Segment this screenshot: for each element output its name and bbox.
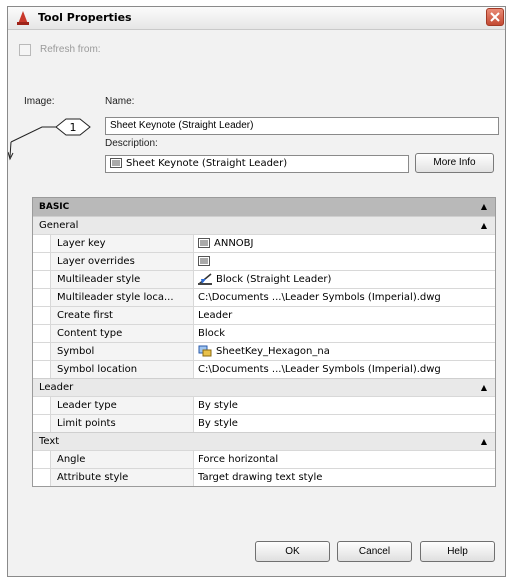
property-row[interactable]: Symbol location C:\Documents ...\Leader … bbox=[33, 360, 495, 378]
more-info-button[interactable]: More Info bbox=[415, 153, 494, 173]
description-label: Description: bbox=[105, 138, 158, 149]
leader-preview-image: 1 bbox=[8, 118, 91, 161]
collapse-icon[interactable]: ▲ bbox=[481, 433, 487, 450]
title-bar[interactable]: Tool Properties bbox=[8, 7, 505, 30]
property-row[interactable]: Attribute style Target drawing text styl… bbox=[33, 468, 495, 486]
property-name: Create first bbox=[50, 307, 194, 324]
properties-grid: BASIC ▲ General ▲ Layer key ANNOBJ Layer… bbox=[32, 197, 496, 487]
preview-number: 1 bbox=[70, 121, 77, 134]
property-row[interactable]: Layer overrides bbox=[33, 252, 495, 270]
property-value[interactable]: ANNOBJ bbox=[194, 235, 495, 252]
property-value[interactable] bbox=[194, 253, 495, 270]
name-label: Name: bbox=[105, 96, 135, 107]
property-row[interactable]: Layer key ANNOBJ bbox=[33, 234, 495, 252]
property-value[interactable]: C:\Documents ...\Leader Symbols (Imperia… bbox=[194, 361, 495, 378]
property-value[interactable]: Block bbox=[194, 325, 495, 342]
section-label: General bbox=[39, 220, 79, 231]
property-value-text: ANNOBJ bbox=[214, 238, 254, 249]
section-label: Text bbox=[39, 436, 60, 447]
property-name: Limit points bbox=[50, 415, 194, 432]
property-value[interactable]: Block (Straight Leader) bbox=[194, 271, 495, 288]
property-name: Layer key bbox=[50, 235, 194, 252]
property-row[interactable]: Symbol SheetKey_Hexagon_na bbox=[33, 342, 495, 360]
property-name: Symbol location bbox=[50, 361, 194, 378]
property-name: Multileader style bbox=[50, 271, 194, 288]
category-label: BASIC bbox=[39, 202, 70, 212]
property-value[interactable]: By style bbox=[194, 415, 495, 432]
help-button[interactable]: Help bbox=[420, 541, 495, 562]
collapse-icon[interactable]: ▲ bbox=[481, 217, 487, 234]
property-name: Leader type bbox=[50, 397, 194, 414]
image-label: Image: bbox=[24, 96, 55, 107]
layer-icon bbox=[198, 256, 210, 266]
collapse-icon[interactable]: ▲ bbox=[481, 379, 487, 396]
property-value[interactable]: By style bbox=[194, 397, 495, 414]
section-general[interactable]: General ▲ bbox=[33, 216, 495, 234]
multileader-icon bbox=[198, 273, 212, 285]
dialog-title: Tool Properties bbox=[38, 11, 132, 24]
property-row[interactable]: Limit points By style bbox=[33, 414, 495, 432]
section-leader[interactable]: Leader ▲ bbox=[33, 378, 495, 396]
refresh-label: Refresh from: bbox=[40, 44, 101, 55]
property-value[interactable]: Force horizontal bbox=[194, 451, 495, 468]
description-icon bbox=[110, 158, 122, 168]
property-row[interactable]: Angle Force horizontal bbox=[33, 450, 495, 468]
property-row[interactable]: Create first Leader bbox=[33, 306, 495, 324]
property-name: Content type bbox=[50, 325, 194, 342]
cancel-button[interactable]: Cancel bbox=[337, 541, 412, 562]
layer-icon bbox=[198, 238, 210, 248]
property-name: Attribute style bbox=[50, 469, 194, 486]
refresh-checkbox[interactable] bbox=[19, 44, 31, 56]
close-icon bbox=[490, 12, 500, 22]
description-input[interactable]: Sheet Keynote (Straight Leader) bbox=[105, 155, 409, 173]
close-button[interactable] bbox=[486, 8, 504, 26]
block-symbol-icon bbox=[198, 345, 212, 357]
property-row[interactable]: Multileader style loca... C:\Documents .… bbox=[33, 288, 495, 306]
section-label: Leader bbox=[39, 382, 74, 393]
description-value: Sheet Keynote (Straight Leader) bbox=[126, 158, 288, 169]
property-name: Symbol bbox=[50, 343, 194, 360]
property-value-text: SheetKey_Hexagon_na bbox=[216, 346, 330, 357]
name-input[interactable]: Sheet Keynote (Straight Leader) bbox=[105, 117, 499, 135]
property-row[interactable]: Content type Block bbox=[33, 324, 495, 342]
property-row[interactable]: Multileader style Block (Straight Leader… bbox=[33, 270, 495, 288]
property-value[interactable]: Leader bbox=[194, 307, 495, 324]
section-text[interactable]: Text ▲ bbox=[33, 432, 495, 450]
autocad-icon bbox=[17, 11, 29, 25]
ok-button[interactable]: OK bbox=[255, 541, 330, 562]
property-value[interactable]: Target drawing text style bbox=[194, 469, 495, 486]
property-name: Multileader style loca... bbox=[50, 289, 194, 306]
property-name: Angle bbox=[50, 451, 194, 468]
property-row[interactable]: Leader type By style bbox=[33, 396, 495, 414]
property-value-text: Block (Straight Leader) bbox=[216, 274, 332, 285]
property-value[interactable]: C:\Documents ...\Leader Symbols (Imperia… bbox=[194, 289, 495, 306]
collapse-icon[interactable]: ▲ bbox=[481, 198, 487, 216]
property-value[interactable]: SheetKey_Hexagon_na bbox=[194, 343, 495, 360]
property-name: Layer overrides bbox=[50, 253, 194, 270]
category-basic[interactable]: BASIC ▲ bbox=[33, 198, 495, 216]
